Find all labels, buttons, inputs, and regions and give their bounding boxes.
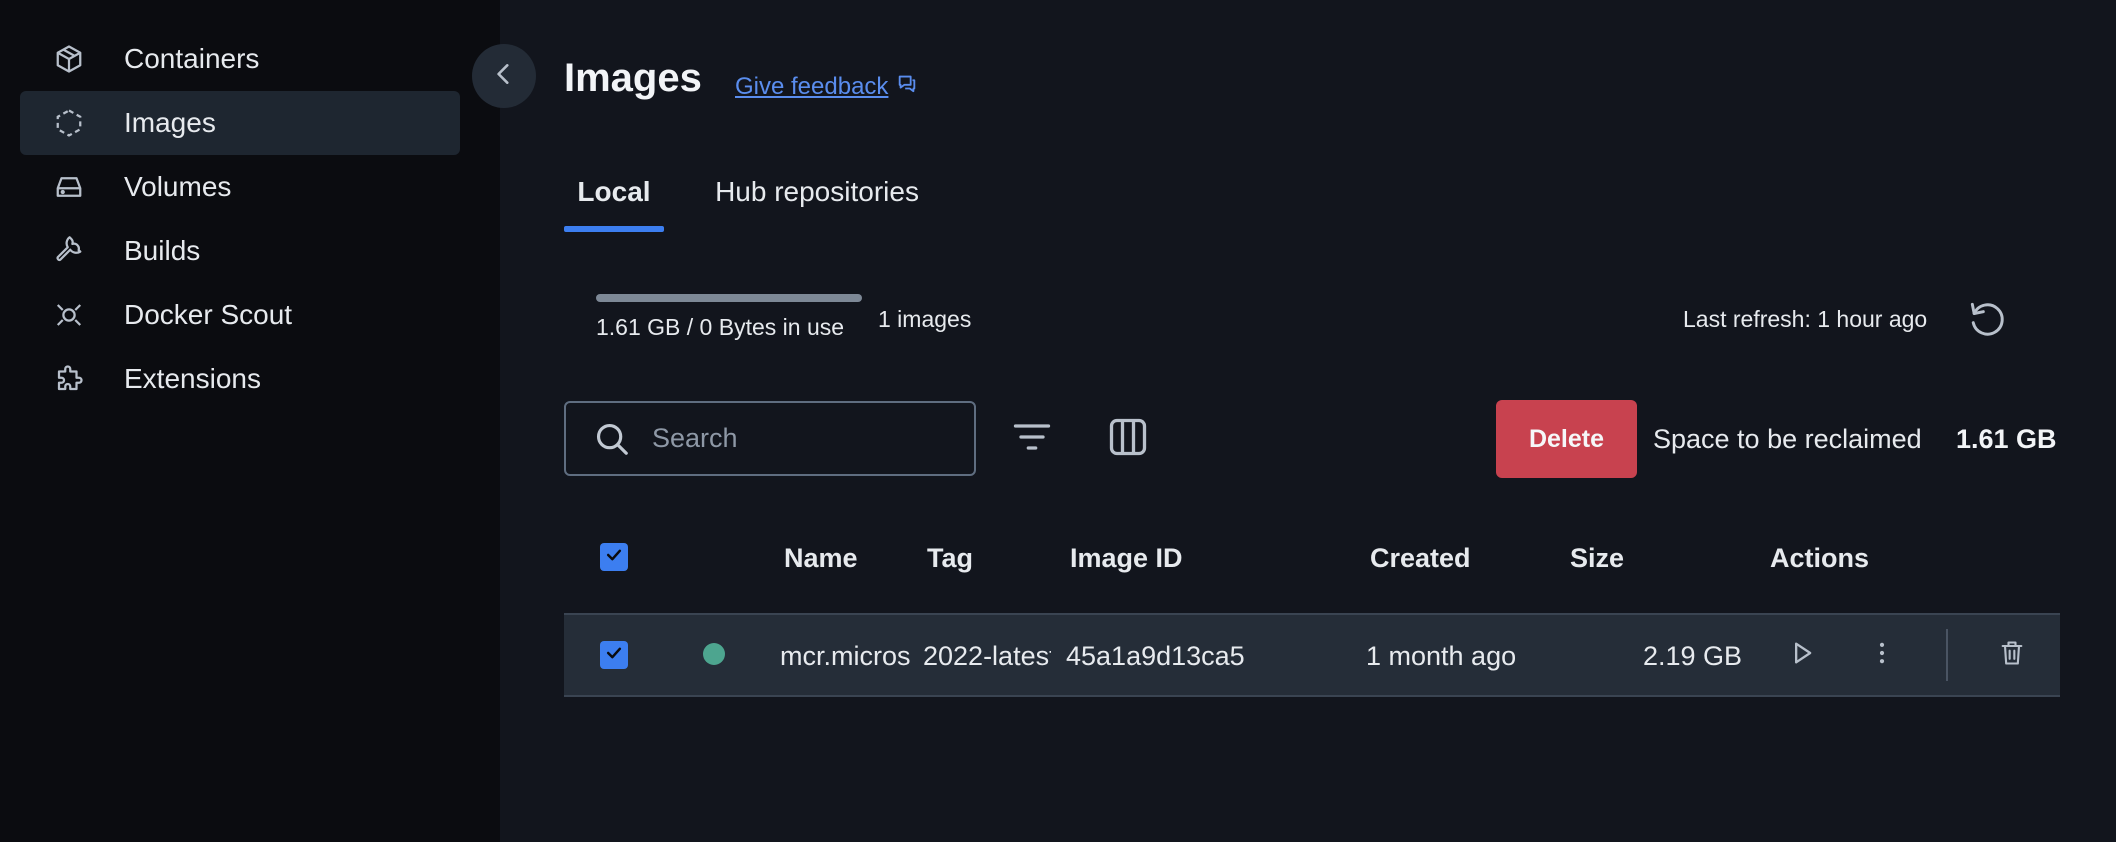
- action-divider: [1946, 629, 1948, 681]
- table-row[interactable]: mcr.microsoft.com/windows/servercore 202…: [564, 613, 2060, 697]
- sidebar-item-label: Images: [124, 107, 216, 138]
- search-icon: [592, 419, 632, 459]
- reclaim-value: 1.61 GB: [1956, 424, 2057, 454]
- more-vertical-icon: [1868, 639, 1896, 672]
- sidebar-item-images[interactable]: Images: [20, 91, 460, 155]
- search-input[interactable]: [652, 423, 952, 454]
- refresh-button[interactable]: [1962, 296, 2012, 346]
- tab-label: Hub repositories: [715, 176, 919, 207]
- main-content: Images Give feedback Local Hub repositor…: [500, 0, 2116, 842]
- last-refresh-text: Last refresh: 1 hour ago: [1683, 306, 1928, 332]
- feedback-label: Give feedback: [735, 72, 889, 100]
- scout-icon: [52, 298, 86, 332]
- sidebar-item-volumes[interactable]: Volumes: [20, 155, 460, 219]
- hard-drive-icon: [52, 170, 86, 204]
- tab-hub-repositories[interactable]: Hub repositories: [712, 176, 922, 232]
- column-header-created[interactable]: Created: [1370, 543, 1471, 574]
- column-header-image-id[interactable]: Image ID: [1070, 543, 1183, 574]
- cell-tag: 2022-latest: [923, 641, 1051, 671]
- column-header-size[interactable]: Size: [1570, 543, 1624, 574]
- checkmark-icon: [604, 545, 624, 570]
- image-count: 1 images: [878, 306, 972, 332]
- sidebar-item-label: Docker Scout: [124, 299, 293, 330]
- sidebar: Containers Images Volumes Builds Docker …: [0, 0, 500, 842]
- sidebar-item-builds[interactable]: Builds: [20, 219, 460, 283]
- cube-icon: [52, 42, 86, 76]
- sidebar-item-label: Volumes: [124, 171, 232, 202]
- image-hexagon-icon: [52, 106, 86, 140]
- delete-button[interactable]: Delete: [1496, 400, 1637, 478]
- wrench-icon: [52, 234, 86, 268]
- run-button[interactable]: [1780, 633, 1824, 677]
- trash-icon: [1998, 639, 2026, 672]
- row-checkbox[interactable]: [600, 641, 628, 669]
- select-all-checkbox[interactable]: [600, 543, 628, 571]
- cell-name[interactable]: mcr.microsoft.com/windows/servercore: [780, 641, 910, 672]
- reclaim-label: Space to be reclaimed: [1653, 424, 1922, 454]
- sidebar-item-containers[interactable]: Containers: [20, 27, 460, 91]
- sidebar-item-label: Containers: [124, 43, 260, 74]
- puzzle-icon: [52, 362, 86, 396]
- give-feedback-link[interactable]: Give feedback: [735, 72, 918, 101]
- refresh-icon: [1965, 297, 2009, 346]
- tab-label: Local: [577, 176, 651, 207]
- sidebar-item-extensions[interactable]: Extensions: [20, 347, 460, 411]
- more-options-button[interactable]: [1860, 633, 1904, 677]
- delete-row-button[interactable]: [1990, 633, 2034, 677]
- disk-usage-text: 1.61 GB / 0 Bytes in use: [596, 314, 845, 340]
- column-header-actions: Actions: [1770, 543, 1870, 573]
- filter-icon: [1010, 415, 1054, 464]
- columns-button[interactable]: [1102, 413, 1154, 465]
- column-header-tag[interactable]: Tag: [927, 543, 973, 574]
- chat-bubble-icon: [896, 72, 918, 101]
- status-dot: [703, 643, 725, 665]
- columns-icon: [1106, 415, 1150, 464]
- cell-created: 1 month ago: [1366, 641, 1517, 671]
- checkmark-icon: [604, 643, 624, 668]
- column-header-name[interactable]: Name: [784, 543, 858, 574]
- cell-size: 2.19 GB: [1642, 641, 1742, 671]
- page-title: Images: [564, 56, 702, 100]
- sidebar-item-label: Extensions: [124, 363, 261, 394]
- tab-local[interactable]: Local: [564, 176, 664, 232]
- filter-button[interactable]: [1006, 413, 1058, 465]
- sidebar-item-docker-scout[interactable]: Docker Scout: [20, 283, 460, 347]
- disk-usage-bar: [596, 294, 862, 302]
- cell-image-id: 45a1a9d13ca5: [1066, 641, 1245, 671]
- sidebar-item-label: Builds: [124, 235, 201, 266]
- search-field[interactable]: [564, 401, 976, 476]
- play-icon: [1788, 639, 1816, 672]
